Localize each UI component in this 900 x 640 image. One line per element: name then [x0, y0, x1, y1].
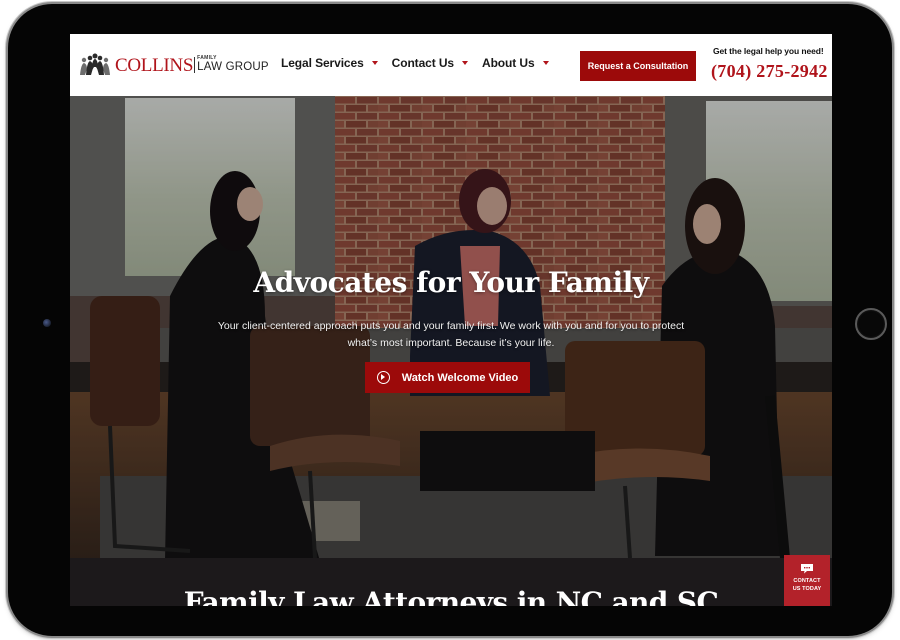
caret-down-icon	[371, 61, 378, 65]
hero-subtitle-line-1: Your client-centered approach puts you a…	[217, 320, 685, 332]
video-button-label: Watch Welcome Video	[401, 371, 519, 384]
site-header: COLLINS FAMILY LAW GROUP Legal Services …	[70, 34, 832, 96]
contact-float-label: CONTACT US TODAY	[793, 578, 822, 593]
logo-subtext: FAMILY LAW GROUP	[197, 56, 269, 74]
nav-label: Legal Services	[281, 56, 364, 70]
help-tagline: Get the legal help you need!	[713, 46, 824, 56]
nav-item-contact-us[interactable]: Contact Us	[392, 56, 468, 70]
hero-subtitle-line-2: what’s most important. Because it’s your…	[347, 337, 555, 349]
chat-bubble-icon	[801, 564, 813, 574]
attorneys-section: Family Law Attorneys in NC and SC	[70, 558, 832, 606]
nav-label: About Us	[482, 56, 535, 70]
play-circle-icon	[376, 371, 390, 384]
family-figures-icon	[80, 53, 110, 75]
caret-down-icon	[462, 61, 468, 65]
caret-down-icon	[542, 61, 549, 65]
camera-icon	[43, 319, 51, 327]
phone-number-link[interactable]: (704) 275-2942	[711, 61, 828, 82]
contact-us-today-button[interactable]: CONTACT US TODAY	[784, 555, 830, 606]
hero-subtitle: Your client-centered approach puts you a…	[190, 318, 712, 352]
browser-screen: COLLINS FAMILY LAW GROUP Legal Services …	[70, 34, 832, 606]
logo-brand-name: COLLINS	[115, 54, 194, 76]
contact-float-line-1: CONTACT	[793, 578, 821, 584]
home-button[interactable]	[855, 308, 887, 340]
watch-welcome-video-button[interactable]: Watch Welcome Video	[365, 362, 530, 393]
section-title: Family Law Attorneys in NC and SC	[183, 586, 719, 606]
hero-title: Advocates for Your Family	[253, 266, 649, 299]
main-nav: Legal Services Contact Us About Us	[281, 56, 563, 70]
nav-label: Contact Us	[391, 56, 454, 70]
logo-divider	[194, 57, 196, 73]
nav-item-about-us[interactable]: About Us	[482, 56, 549, 70]
contact-float-line-2: US TODAY	[792, 585, 822, 592]
nav-item-legal-services[interactable]: Legal Services	[281, 56, 378, 70]
logo-law-group-text: LAW GROUP	[197, 61, 269, 74]
request-consultation-button[interactable]: Request a Consultation	[580, 51, 696, 81]
logo[interactable]: COLLINS FAMILY LAW GROUP	[79, 51, 269, 79]
hero-section: Advocates for Your Family Your client-ce…	[70, 96, 832, 558]
